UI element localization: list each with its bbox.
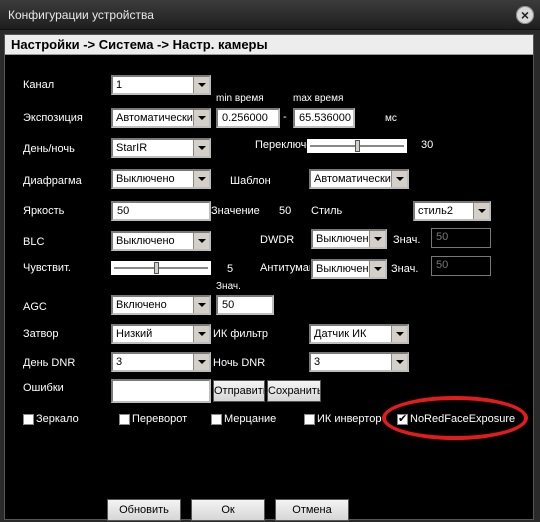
channel-select[interactable]: 1 [111,75,211,95]
chevron-down-icon [193,171,209,187]
close-icon[interactable]: × [516,6,534,24]
blc-select[interactable]: Выключено [111,231,211,251]
agc-value-input[interactable]: 50 [216,295,274,315]
min-time-input[interactable]: 0.256000 [216,108,280,128]
ir-invert-checkbox[interactable]: ИК инвертор [304,413,381,425]
chevron-down-icon [193,326,209,342]
daynight-select[interactable]: StarIR [111,138,211,158]
checkbox-box[interactable] [23,413,34,425]
chevron-down-icon [193,77,209,93]
brightness-input[interactable]: 50 [111,201,211,221]
agc-label: AGC [23,301,47,313]
style-label: Стиль [311,205,343,217]
iris-label: Диафрагма [23,175,82,187]
template-label: Шаблон [230,175,271,187]
brightness-label: Яркость [23,205,65,217]
window-title: Конфигурации устройства [8,8,154,22]
antifog-select[interactable]: Выключено [311,259,387,279]
chevron-down-icon [473,203,489,219]
ms-unit: мс [385,113,397,124]
min-time-label: min время [216,93,264,104]
blc-label: BLC [23,236,45,248]
chevron-down-icon [369,261,385,277]
flicker-checkbox[interactable]: Мерцание [211,413,276,425]
night-dnr-select[interactable]: 3 [309,352,409,372]
sensitivity-label: Чувствит. [23,262,71,274]
chevron-down-icon [193,110,209,126]
dwdr-select[interactable]: Выключено [311,229,387,249]
exposure-select[interactable]: Автоматически [111,108,211,128]
channel-label: Канал [23,79,55,91]
checkbox-box[interactable] [119,413,130,425]
errors-input[interactable] [111,379,211,403]
slider-thumb[interactable] [355,140,360,152]
value-label: Значение [211,205,260,217]
value-number: 50 [279,205,292,217]
max-time-label: max время [293,93,344,104]
night-dnr-label: Ночь DNR [213,357,266,369]
ok-button[interactable]: Ок [191,499,265,521]
slider-thumb[interactable] [154,262,160,274]
template-select[interactable]: Автоматически [309,169,409,189]
mirror-checkbox[interactable]: Зеркало [23,413,79,425]
chevron-down-icon [391,354,407,370]
save-button[interactable]: Сохранить [267,380,321,402]
dwdr-value-input: 50 [431,228,491,248]
style-select[interactable]: стиль2 [413,201,491,221]
flip-checkbox[interactable]: Переворот [119,413,187,425]
chevron-down-icon [193,297,209,313]
shutter-label: Затвор [23,328,59,340]
window-titlebar: Конфигурации устройства × [0,0,540,30]
antifog-label: Антитумаг [260,262,310,274]
iris-select[interactable]: Выключено [111,169,211,189]
agc-select[interactable]: Включено [111,295,211,315]
sensitivity-slider[interactable] [111,261,211,275]
cancel-button[interactable]: Отмена [275,499,349,521]
chevron-down-icon [193,233,209,249]
antifog-znach-label: Знач. [391,263,419,275]
checkbox-box[interactable] [211,413,222,425]
day-dnr-select[interactable]: 3 [111,352,211,372]
errors-label: Ошибки [23,382,64,394]
highlight-ring [382,396,528,440]
checkbox-box[interactable] [304,413,315,425]
dwdr-znach-label: Знач. [393,234,421,246]
chevron-down-icon [193,140,209,156]
agc-znach-label: Знач. [216,281,241,292]
range-dash: - [283,111,287,123]
chevron-down-icon [193,354,209,370]
ir-filter-label: ИК фильтр [213,328,269,340]
max-time-input[interactable]: 65.536000 [293,108,355,128]
antifog-value-input: 50 [431,256,491,276]
chevron-down-icon [391,171,407,187]
daynight-label: День/ночь [23,143,75,155]
switch-value: 30 [421,139,434,151]
shutter-select[interactable]: Низкий [111,324,211,344]
chevron-down-icon [391,326,407,342]
day-dnr-label: День DNR [23,357,76,369]
send-button[interactable]: Отправить [213,380,265,402]
settings-frame: Настройки -> Система -> Настр. камеры Ка… [4,34,534,521]
ir-filter-select[interactable]: Датчик ИК [309,324,409,344]
switch-slider[interactable] [307,139,407,153]
dwdr-label: DWDR [260,234,295,246]
refresh-button[interactable]: Обновить [107,499,181,521]
chevron-down-icon [369,231,385,247]
page-title: Настройки -> Система -> Настр. камеры [11,37,268,52]
exposure-label: Экспозиция [23,112,83,124]
sensitivity-value: 5 [227,263,234,275]
breadcrumb: Настройки -> Система -> Настр. камеры [5,35,533,55]
